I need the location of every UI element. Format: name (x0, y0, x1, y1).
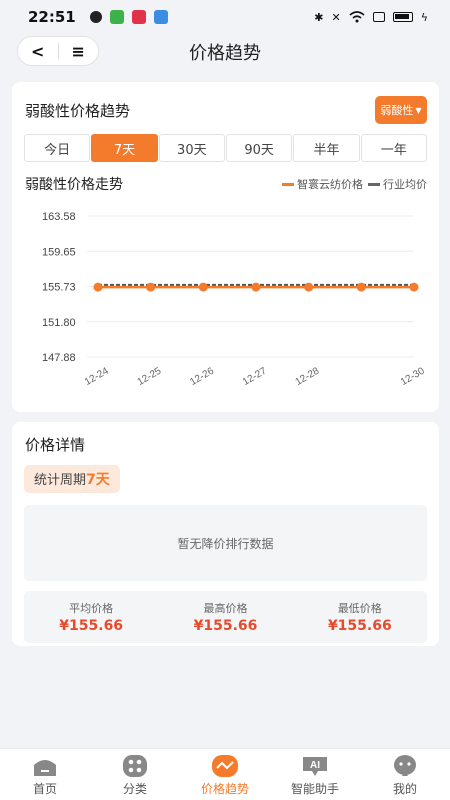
battery-icon (392, 12, 413, 22)
tab-one-year[interactable]: 一年 (360, 134, 427, 162)
empty-ranking-box: 暂无降价排行数据 (24, 505, 427, 581)
tabbar-item-assistant[interactable]: AI 智能助手 (270, 749, 360, 800)
category-icon (122, 755, 148, 777)
tabbar-label: 智能助手 (290, 782, 339, 796)
x-tick-label: 12-24 (83, 365, 111, 388)
back-button[interactable]: < (18, 42, 58, 61)
x-tick-label: 12-28 (294, 365, 322, 388)
legend-label-price: 智寰云纺价格 (297, 178, 363, 191)
bluetooth-icon: ✱ (314, 10, 324, 24)
period-prefix: 统计周期 (34, 473, 87, 488)
y-tick-label: 163.58 (42, 211, 76, 223)
stat-highest: 最高价格 ¥155.66 (158, 600, 292, 634)
stat-average: 平均价格 ¥155.66 (24, 600, 158, 634)
period-badge: 统计周期7天 (24, 465, 120, 493)
legend-swatch-avg (368, 182, 380, 186)
stat-value: ¥155.66 (59, 618, 124, 634)
nav-capsule: < ≡ (17, 36, 99, 66)
wifi-icon (349, 11, 365, 23)
detail-card: 价格详情 统计周期7天 暂无降价排行数据 平均价格 ¥155.66 最高价格 ¥… (12, 422, 439, 646)
trend-icon (212, 755, 238, 777)
notification-app-icon (153, 10, 168, 24)
tab-90days[interactable]: 90天 (225, 134, 293, 162)
x-tick-label: 12-25 (136, 365, 164, 388)
stat-value: ¥155.66 (193, 618, 258, 634)
trend-card-title: 弱酸性价格趋势 (25, 101, 131, 120)
data-point-price (356, 282, 366, 292)
y-tick-label: 159.65 (42, 246, 76, 258)
status-bar: 22:51 ✱ ✕ ϟ (0, 0, 450, 34)
tabbar-label: 首页 (32, 782, 57, 796)
chart-legend: 智寰云纺价格 行业均价 (282, 176, 427, 192)
tab-today[interactable]: 今日 (24, 134, 91, 162)
stat-label: 最低价格 (337, 602, 382, 615)
data-point-price (93, 282, 103, 292)
x-tick-label: 12-30 (399, 365, 427, 388)
tab-7days[interactable]: 7天 (91, 134, 158, 162)
data-point-price (251, 282, 261, 292)
empty-ranking-text: 暂无降价排行数据 (177, 536, 274, 551)
product-type-label: 弱酸性 (380, 104, 414, 117)
detail-card-title: 价格详情 (25, 436, 86, 454)
sim-icon (372, 12, 385, 22)
price-chart: 163.58 159.65 155.73 151.80 147.88 12-24 12-25… (42, 211, 427, 388)
period-tabs: 今日 7天 30天 90天 半年 一年 (24, 134, 427, 162)
tabbar-label: 分类 (122, 782, 147, 796)
page-title: 价格趋势 (189, 43, 261, 64)
stat-lowest: 最低价格 ¥155.66 (293, 600, 427, 634)
y-tick-label: 155.73 (42, 282, 76, 294)
data-point-price (146, 282, 156, 292)
product-type-select[interactable]: 弱酸性 ▼ (375, 96, 427, 124)
ai-assistant-icon: AI (302, 755, 328, 777)
tabbar-item-trend[interactable]: 价格趋势 (180, 749, 270, 800)
tabbar-label: 价格趋势 (200, 782, 249, 796)
tab-30days[interactable]: 30天 (158, 134, 225, 162)
mute-icon: ✕ (331, 10, 341, 24)
profile-icon (392, 755, 418, 777)
stat-label: 最高价格 (203, 602, 248, 615)
stat-label: 平均价格 (69, 602, 114, 615)
tabbar-item-profile[interactable]: 我的 (360, 749, 450, 800)
y-tick-label: 151.80 (42, 317, 76, 329)
x-tick-label: 12-26 (188, 365, 216, 388)
period-value: 7天 (86, 472, 110, 488)
chart-title: 弱酸性价格走势 (25, 177, 123, 193)
notification-app-icon (89, 11, 102, 23)
data-point-price (304, 282, 314, 292)
svg-text:AI: AI (310, 760, 320, 771)
notification-app-icon (131, 10, 146, 24)
tab-half-year[interactable]: 半年 (293, 134, 360, 162)
notification-app-icon (109, 10, 124, 24)
y-tick-label: 147.88 (42, 352, 76, 364)
home-icon (32, 755, 58, 777)
stat-value: ¥155.66 (327, 618, 392, 634)
price-stats: 平均价格 ¥155.66 最高价格 ¥155.66 最低价格 ¥155.66 (24, 591, 427, 643)
menu-button[interactable]: ≡ (59, 42, 99, 61)
x-tick-label: 12-27 (241, 365, 269, 388)
tabbar-item-home[interactable]: 首页 (0, 749, 90, 800)
data-point-price (409, 282, 419, 292)
legend-label-avg: 行业均价 (383, 178, 427, 191)
legend-swatch-price (282, 182, 294, 186)
tabbar-item-category[interactable]: 分类 (90, 749, 180, 800)
status-time: 22:51 (28, 8, 76, 26)
charging-icon: ϟ (420, 10, 428, 24)
dropdown-arrow-icon: ▼ (415, 105, 422, 115)
tabbar-label: 我的 (392, 782, 417, 796)
trend-card: 弱酸性价格趋势 弱酸性 ▼ 今日 7天 30天 90天 半年 一年 弱酸性价格走… (12, 82, 439, 412)
nav-bar: < ≡ 价格趋势 (0, 34, 450, 70)
bottom-tabbar: 首页 分类 价格趋势 AI 智能助手 我的 (0, 748, 450, 800)
data-point-price (198, 282, 208, 292)
